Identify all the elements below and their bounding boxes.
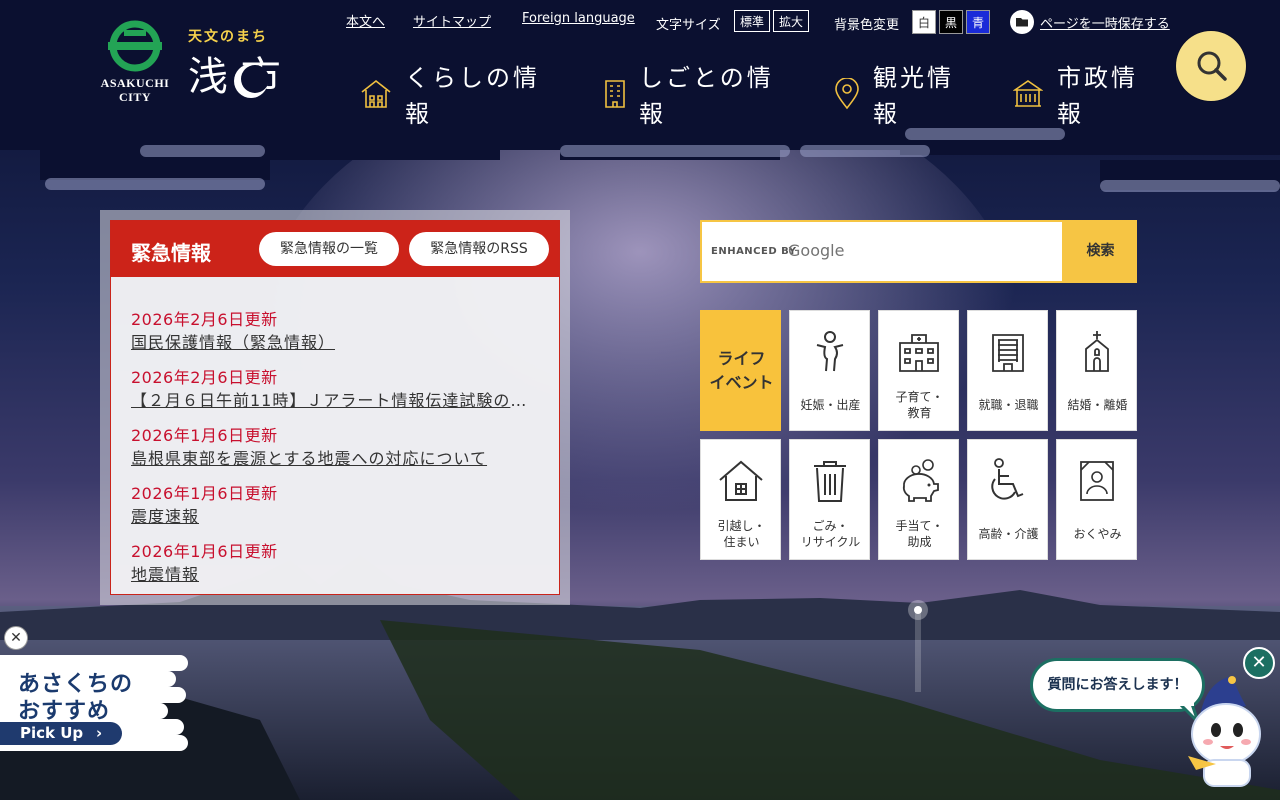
tile-label: 高齢・介護 <box>978 527 1039 541</box>
save-page-link[interactable]: ページを一時保存する <box>1040 13 1170 32</box>
chatbot-bubble[interactable]: 質問にお答えします！ <box>1030 658 1205 724</box>
emergency-item-link[interactable]: 【２月６日午前11時】Ｊアラート情報伝達試験のお知らせ <box>131 389 541 413</box>
tile-label: 子育て・ 教育 <box>895 390 944 420</box>
gnav-tourism-line1: 観光情 <box>873 64 954 92</box>
tile-label: 就職・退職 <box>978 398 1039 412</box>
city-emblem-icon <box>108 20 162 72</box>
tile-pregnancy[interactable]: 妊娠・出産 <box>789 310 870 431</box>
emergency-item-date: 2026年1月6日更新 <box>131 542 278 561</box>
wheelchair-icon <box>991 458 1024 500</box>
logo-tagline: 天文のまち <box>188 29 268 45</box>
tile-label: 妊娠・出産 <box>800 398 861 412</box>
bg-white-button[interactable]: 白 <box>912 10 936 34</box>
gnav-living-info[interactable]: くらしの情 報 <box>360 60 560 130</box>
tile-childcare[interactable]: 子育て・ 教育 <box>878 310 959 431</box>
piggy-bank-icon <box>902 459 939 502</box>
emergency-panel: 緊急情報 緊急情報の一覧 緊急情報のRSS 2026年2月6日更新 国民保護情報… <box>100 210 570 605</box>
map-pin-icon <box>835 78 859 110</box>
emergency-item-link[interactable]: 地震情報 <box>131 563 199 587</box>
office-building-icon <box>992 334 1024 372</box>
tile-label: 引越し・ 住まい <box>717 519 766 549</box>
gnav-living-line2: 報 <box>405 100 432 128</box>
emergency-item: 2026年1月6日更新 島根県東部を震源とする地震への対応について <box>131 425 541 471</box>
font-size-standard-button[interactable]: 標準 <box>734 10 770 32</box>
tile-marriage[interactable]: 結婚・離婚 <box>1056 310 1137 431</box>
google-search-input[interactable]: ENHANCED BY Google <box>700 220 1064 283</box>
gnav-work-line2: 報 <box>639 100 666 128</box>
emergency-item-date: 2026年2月6日更新 <box>131 310 278 329</box>
tile-label: 結婚・離婚 <box>1067 398 1128 412</box>
emergency-item: 2026年1月6日更新 震度速報 <box>131 483 541 533</box>
pickup-title-line2: おすすめ <box>18 699 111 724</box>
gnav-work-line1: しごとの情 <box>639 64 774 92</box>
emergency-item: 2026年1月6日更新 地震情報 <box>131 541 541 591</box>
site-search-button[interactable] <box>1176 31 1246 101</box>
google-search: ENHANCED BY Google 検索 <box>700 220 1137 283</box>
chatbot-prompt: 質問にお答えします！ <box>1047 677 1188 693</box>
building-icon <box>605 80 625 108</box>
gnav-living-line1: くらしの情 <box>405 64 540 92</box>
search-icon <box>1197 51 1227 81</box>
gnav-city-admin-info[interactable]: 市政情 報 <box>1013 60 1163 130</box>
emergency-item-link[interactable]: 島根県東部を震源とする地震への対応について <box>131 447 541 471</box>
folder-icon <box>1010 10 1034 34</box>
bg-blue-button[interactable]: 青 <box>966 10 990 34</box>
foreign-language-link[interactable]: Foreign language <box>522 11 635 26</box>
emergency-header: 緊急情報 緊急情報の一覧 緊急情報のRSS <box>111 221 559 277</box>
pickup-button-label: Pick Up <box>20 724 84 742</box>
emergency-item: 2026年2月6日更新 国民保護情報（緊急情報） <box>131 309 541 355</box>
tile-label: おくやみ <box>1073 527 1122 541</box>
gnav-admin-line1: 市政情 <box>1057 64 1138 92</box>
gnav-admin-line2: 報 <box>1057 100 1084 128</box>
mascot-character-icon[interactable] <box>1186 672 1270 790</box>
tile-moving[interactable]: 引越し・ 住まい <box>700 439 781 560</box>
enhanced-by-label: ENHANCED BY <box>711 246 797 257</box>
emergency-title: 緊急情報 <box>131 241 211 265</box>
gnav-tourism-info[interactable]: 観光情 報 <box>834 60 984 130</box>
pickup-banner[interactable]: あさくちの おすすめ Pick Up › <box>0 655 190 755</box>
tile-allowance[interactable]: 手当て・ 助成 <box>878 439 959 560</box>
memorial-portrait-icon <box>1080 461 1114 501</box>
bg-color-label: 背景色変更 <box>834 18 900 33</box>
emergency-item: 2026年2月6日更新 【２月６日午前11時】Ｊアラート情報伝達試験のお知らせ <box>131 367 541 413</box>
emergency-item-date: 2026年1月6日更新 <box>131 484 278 503</box>
emergency-box: 緊急情報 緊急情報の一覧 緊急情報のRSS 2026年2月6日更新 国民保護情報… <box>110 220 560 595</box>
life-event-heading[interactable]: ライフ イベント <box>700 310 781 431</box>
pickup-button[interactable]: Pick Up › <box>0 722 122 745</box>
emergency-rss-button[interactable]: 緊急情報のRSS <box>409 232 549 266</box>
pregnancy-icon <box>816 331 844 372</box>
home-icon <box>719 460 763 501</box>
font-size-large-button[interactable]: 拡大 <box>773 10 809 32</box>
emergency-item-date: 2026年1月6日更新 <box>131 426 278 445</box>
crescent-moon-icon <box>234 64 269 98</box>
tile-employment[interactable]: 就職・退職 <box>967 310 1048 431</box>
emergency-list-button[interactable]: 緊急情報の一覧 <box>259 232 399 266</box>
skip-to-content-link[interactable]: 本文へ <box>346 11 385 30</box>
pickup-close-button[interactable]: ✕ <box>4 626 28 650</box>
font-size-label: 文字サイズ <box>656 18 721 33</box>
tile-elderly-care[interactable]: 高齢・介護 <box>967 439 1048 560</box>
tile-condolence[interactable]: おくやみ <box>1056 439 1137 560</box>
city-hall-icon <box>1013 80 1043 107</box>
tile-label: 手当て・ 助成 <box>895 519 944 549</box>
google-wordmark: Google <box>788 241 845 260</box>
sitemap-link[interactable]: サイトマップ <box>413 11 491 30</box>
church-icon <box>1085 331 1109 372</box>
logo-english: ASAKUCHI CITY <box>100 76 170 104</box>
search-submit-button[interactable]: 検索 <box>1064 220 1137 283</box>
house-icon <box>361 79 391 108</box>
tile-garbage[interactable]: ごみ・ リサイクル <box>789 439 870 560</box>
tile-label: ごみ・ リサイクル <box>800 519 861 549</box>
gnav-tourism-line2: 報 <box>873 100 900 128</box>
chevron-right-icon: › <box>96 724 103 742</box>
gnav-work-info[interactable]: しごとの情 報 <box>603 60 803 130</box>
school-icon <box>899 334 939 372</box>
site-logo[interactable]: ASAKUCHI CITY 天文のまち 浅 市 <box>100 20 325 106</box>
emergency-item-link[interactable]: 震度速報 <box>131 505 199 529</box>
bg-black-button[interactable]: 黒 <box>939 10 963 34</box>
trash-can-icon <box>814 461 846 502</box>
life-event-title: ライフ イベント <box>709 349 774 392</box>
emergency-item-date: 2026年2月6日更新 <box>131 368 278 387</box>
emergency-item-link[interactable]: 国民保護情報（緊急情報） <box>131 331 541 355</box>
